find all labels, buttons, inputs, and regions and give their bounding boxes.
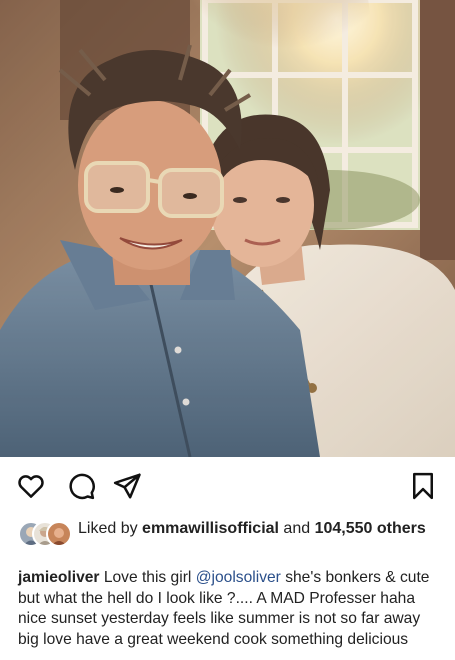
comment-icon xyxy=(66,471,96,501)
likes-summary: Liked by emmawillisofficial and 104,550 … xyxy=(0,515,455,563)
selfie-image xyxy=(0,0,455,457)
avatar xyxy=(46,521,72,547)
post-photo[interactable] xyxy=(0,0,455,457)
caption-text-before: Love this girl xyxy=(99,569,196,586)
comment-button[interactable] xyxy=(66,471,96,501)
likes-count[interactable]: 104,550 xyxy=(315,520,373,537)
liked-by-text[interactable]: Liked by emmawillisofficial and 104,550 … xyxy=(78,518,438,539)
liker-username[interactable]: emmawillisofficial xyxy=(142,520,279,537)
bookmark-icon xyxy=(408,471,438,501)
liked-by-middle: and xyxy=(278,520,315,537)
share-button[interactable] xyxy=(112,471,142,501)
send-icon xyxy=(112,471,142,501)
likes-others[interactable]: others xyxy=(372,520,426,537)
heart-icon xyxy=(16,471,46,501)
liker-avatars[interactable] xyxy=(18,521,76,547)
caption-mention[interactable]: @joolsoliver xyxy=(196,569,281,586)
save-button[interactable] xyxy=(408,471,438,501)
post-action-bar xyxy=(0,457,455,515)
like-button[interactable] xyxy=(16,471,46,501)
liked-by-prefix: Liked by xyxy=(78,520,143,537)
caption-username[interactable]: jamieoliver xyxy=(18,569,99,586)
post-caption: jamieoliver Love this girl @joolsoliver … xyxy=(18,568,438,650)
